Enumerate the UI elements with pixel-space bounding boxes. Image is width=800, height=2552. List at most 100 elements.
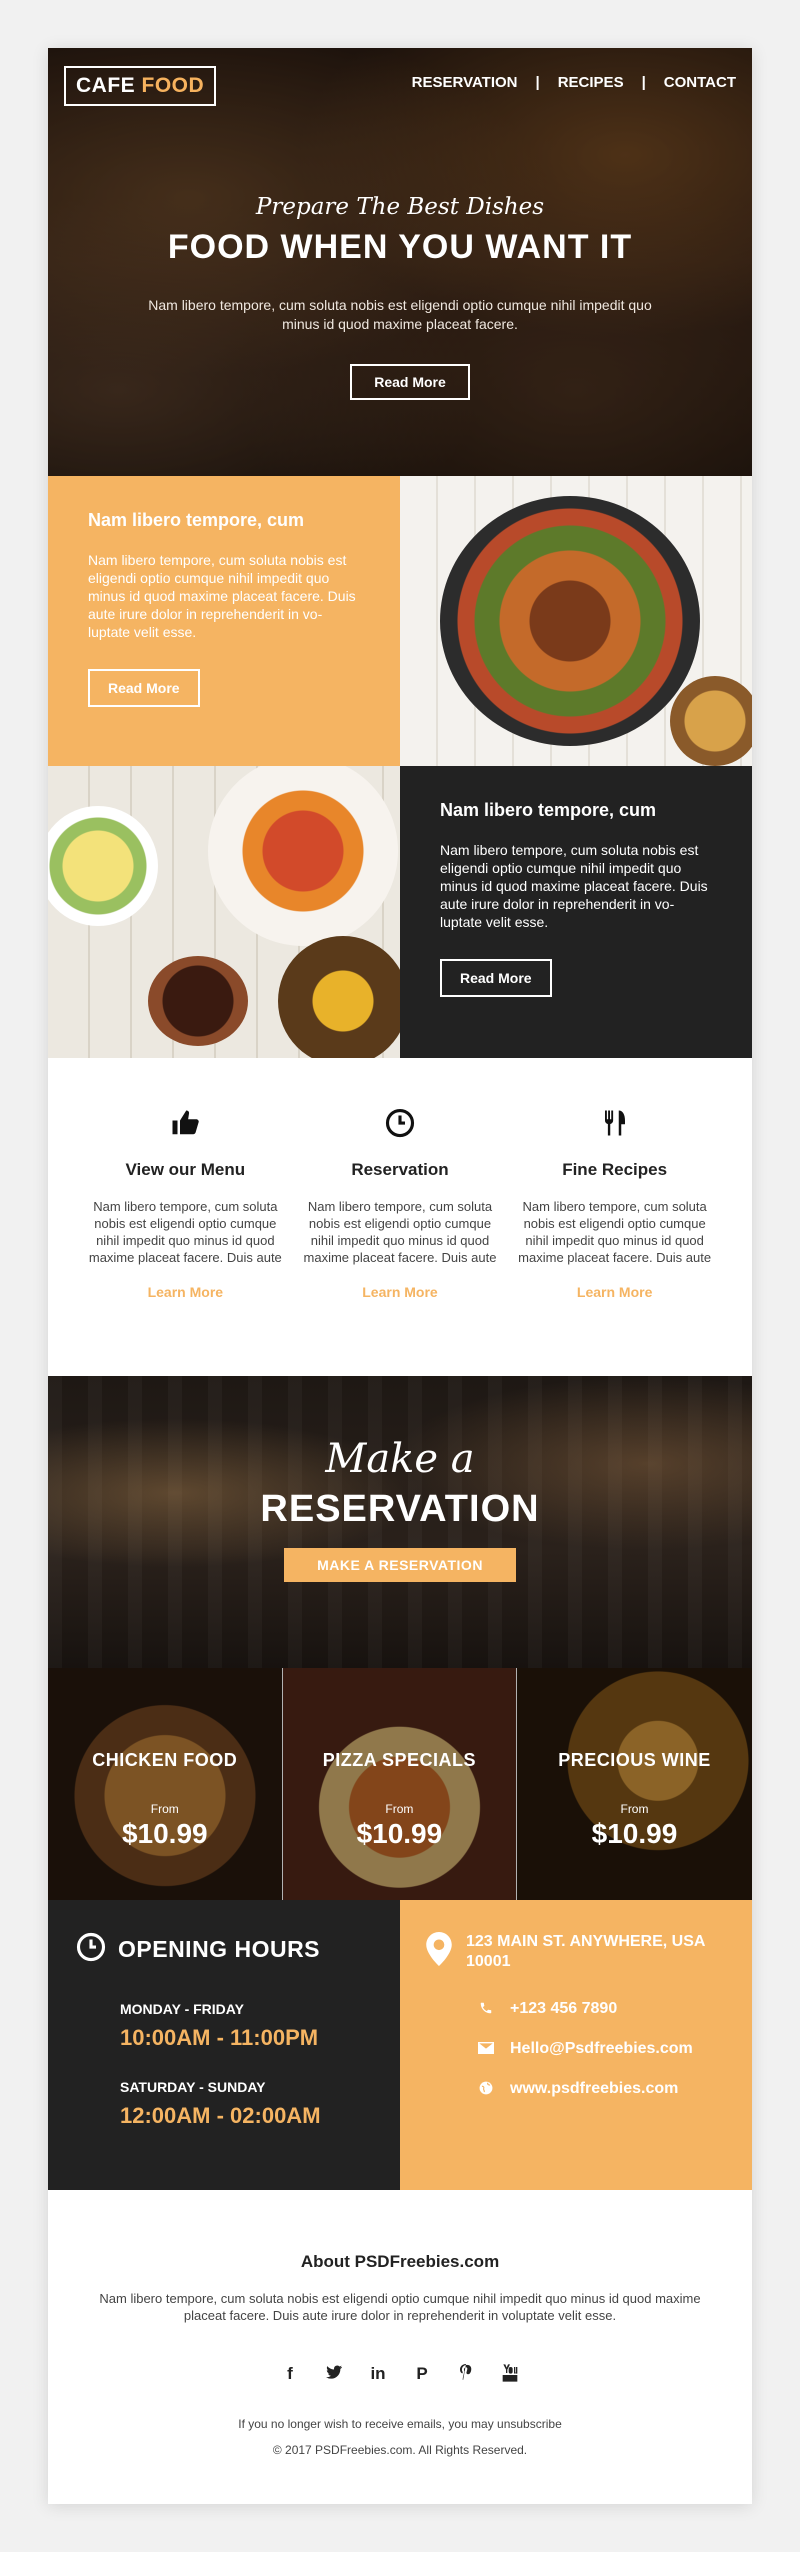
contact-section: 123 MAIN ST. ANYWHERE, USA 10001 +123 45… — [400, 1900, 752, 2190]
globe-icon — [478, 2081, 494, 2098]
map-pin-icon — [426, 1932, 452, 1972]
service-text: Nam libero tempore, cum soluta nobis est… — [303, 1199, 497, 1265]
image-overlay — [517, 1668, 752, 1900]
website-row[interactable]: www.psdfreebies.com — [478, 2080, 726, 2098]
pinterest-icon[interactable] — [457, 2364, 475, 2387]
service-reservation: Reservation Nam libero tempore, cum solu… — [302, 1058, 498, 1376]
plate-shape — [440, 496, 700, 746]
phone-text: +123 456 7890 — [510, 2000, 618, 2017]
feature-2-read-more-button[interactable]: Read More — [440, 959, 552, 997]
bowl-shape — [48, 806, 158, 926]
image-overlay — [48, 1668, 282, 1900]
hours-header: OPENING HOURS — [76, 1932, 372, 1967]
weekend-label: SATURDAY - SUNDAY — [120, 2079, 266, 2095]
grill-plate-shape — [278, 936, 400, 1058]
plate-shape — [208, 766, 398, 946]
image-overlay — [282, 1668, 517, 1900]
footer-about-text: Nam libero tempore, cum soluta nobis est… — [99, 2291, 701, 2323]
weekday-label: MONDAY - FRIDAY — [120, 2001, 244, 2017]
feature-2-title: Nam libero tempore, cum — [440, 800, 657, 820]
special-name: PRECIOUS WINE — [558, 1750, 711, 1770]
reservation-section: Make a RESERVATION MAKE A RESERVATION — [48, 1376, 752, 1668]
feature-1-title: Nam libero tempore, cum — [88, 510, 305, 530]
service-title: View our Menu — [125, 1160, 246, 1179]
logo[interactable]: CAFE FOOD — [64, 66, 217, 106]
service-title: Fine Recipes — [562, 1160, 668, 1179]
special-pizza[interactable]: PIZZA SPECIALS From $10.99 — [282, 1668, 518, 1900]
phone-row[interactable]: +123 456 7890 — [478, 2000, 726, 2018]
hours-title: OPENING HOURS — [118, 1936, 321, 1962]
hero-section: CAFE FOOD RESERVATION | RECIPES | CONTAC… — [48, 48, 752, 476]
special-name: PIZZA SPECIALS — [322, 1750, 477, 1770]
opening-hours-section: OPENING HOURS MONDAY - FRIDAY 10:00AM - … — [48, 1900, 400, 2190]
special-price: $10.99 — [591, 1818, 678, 1849]
weekday-time: 10:00AM - 11:00PM — [120, 2025, 319, 2050]
special-name: CHICKEN FOOD — [92, 1750, 238, 1770]
paypal-icon[interactable]: P — [413, 2364, 431, 2387]
address-block: 123 MAIN ST. ANYWHERE, USA 10001 — [426, 1932, 726, 1972]
clock-icon — [76, 1932, 106, 1967]
unsubscribe-text[interactable]: If you no longer wish to receive emails,… — [48, 2417, 752, 2431]
service-text: Nam libero tempore, cum soluta nobis est… — [518, 1199, 712, 1265]
special-from-label: From — [385, 1802, 414, 1816]
service-learn-more-link[interactable]: Learn More — [362, 1284, 437, 1300]
fork-knife-icon — [598, 1106, 632, 1140]
nav-item-recipes[interactable]: RECIPES — [558, 74, 624, 91]
nav-item-contact[interactable]: CONTACT — [664, 74, 736, 91]
social-links: f in P — [48, 2364, 752, 2387]
feature-block-1: Nam libero tempore, cum Nam libero tempo… — [48, 476, 400, 766]
make-reservation-button[interactable]: MAKE A RESERVATION — [284, 1548, 516, 1582]
bowl-shape — [670, 676, 752, 766]
specials-section: CHICKEN FOOD From $10.99 PIZZA SPECIALS … — [48, 1668, 752, 1900]
special-price: $10.99 — [356, 1818, 443, 1849]
service-title: Reservation — [351, 1160, 449, 1179]
thumbs-up-icon — [168, 1106, 202, 1140]
logo-accent-text: FOOD — [141, 74, 205, 97]
reservation-script-text: Make a — [325, 1436, 475, 1482]
service-menu: View our Menu Nam libero tempore, cum so… — [87, 1058, 283, 1376]
special-from-label: From — [150, 1802, 179, 1816]
envelope-icon — [478, 2041, 494, 2057]
website-text: www.psdfreebies.com — [510, 2080, 679, 2097]
vegetable-plate-image — [400, 476, 752, 766]
special-chicken[interactable]: CHICKEN FOOD From $10.99 — [48, 1668, 283, 1900]
special-from-label: From — [620, 1802, 649, 1816]
hero-read-more-button[interactable]: Read More — [350, 364, 470, 400]
email-text: Hello@Psdfreebies.com — [510, 2040, 693, 2057]
feature-2-text: Nam libero tempore, cum soluta nobis est… — [440, 842, 708, 930]
email-row[interactable]: Hello@Psdfreebies.com — [478, 2040, 726, 2058]
email-container: CAFE FOOD RESERVATION | RECIPES | CONTAC… — [48, 48, 752, 2504]
hero-script-text: Prepare The Best Dishes — [255, 194, 545, 220]
twitter-icon[interactable] — [325, 2364, 343, 2387]
hero-title: FOOD WHEN YOU WANT IT — [167, 228, 633, 266]
address-text: 123 MAIN ST. ANYWHERE, USA 10001 — [466, 1933, 705, 1970]
weekend-time: 12:00AM - 02:00AM — [120, 2103, 321, 2128]
service-recipes: Fine Recipes Nam libero tempore, cum sol… — [517, 1058, 713, 1376]
services-section: View our Menu Nam libero tempore, cum so… — [48, 1058, 752, 1376]
fruit-plate-image — [48, 766, 400, 1058]
service-text: Nam libero tempore, cum soluta nobis est… — [88, 1199, 282, 1265]
clock-icon — [383, 1106, 417, 1140]
linkedin-icon[interactable]: in — [369, 2364, 387, 2387]
service-learn-more-link[interactable]: Learn More — [148, 1284, 223, 1300]
copyright-text: © 2017 PSDFreebies.com. All Rights Reser… — [272, 2443, 528, 2457]
special-wine[interactable]: PRECIOUS WINE From $10.99 — [517, 1668, 752, 1900]
footer-section: About PSDFreebies.com Nam libero tempore… — [48, 2190, 752, 2504]
sauce-bowl-shape — [148, 956, 248, 1046]
nav-separator: | — [641, 74, 646, 91]
reservation-title: RESERVATION — [260, 1488, 540, 1530]
nav-item-reservation[interactable]: RESERVATION — [412, 74, 518, 91]
nav-separator: | — [535, 74, 540, 91]
feature-1-text: Nam libero tempore, cum soluta nobis est… — [88, 552, 356, 640]
top-nav: RESERVATION | RECIPES | CONTACT — [412, 74, 736, 91]
feature-1-read-more-button[interactable]: Read More — [88, 669, 200, 707]
special-price: $10.99 — [121, 1818, 208, 1849]
footer-title: About PSDFreebies.com — [300, 2252, 500, 2271]
feature-block-2: Nam libero tempore, cum Nam libero tempo… — [400, 766, 752, 1058]
phone-icon — [478, 2001, 494, 2018]
logo-text: CAFE — [76, 74, 136, 97]
hero-text: Nam libero tempore, cum soluta nobis est… — [148, 297, 652, 332]
youtube-icon[interactable] — [501, 2364, 519, 2387]
facebook-icon[interactable]: f — [281, 2364, 299, 2387]
service-learn-more-link[interactable]: Learn More — [577, 1284, 652, 1300]
